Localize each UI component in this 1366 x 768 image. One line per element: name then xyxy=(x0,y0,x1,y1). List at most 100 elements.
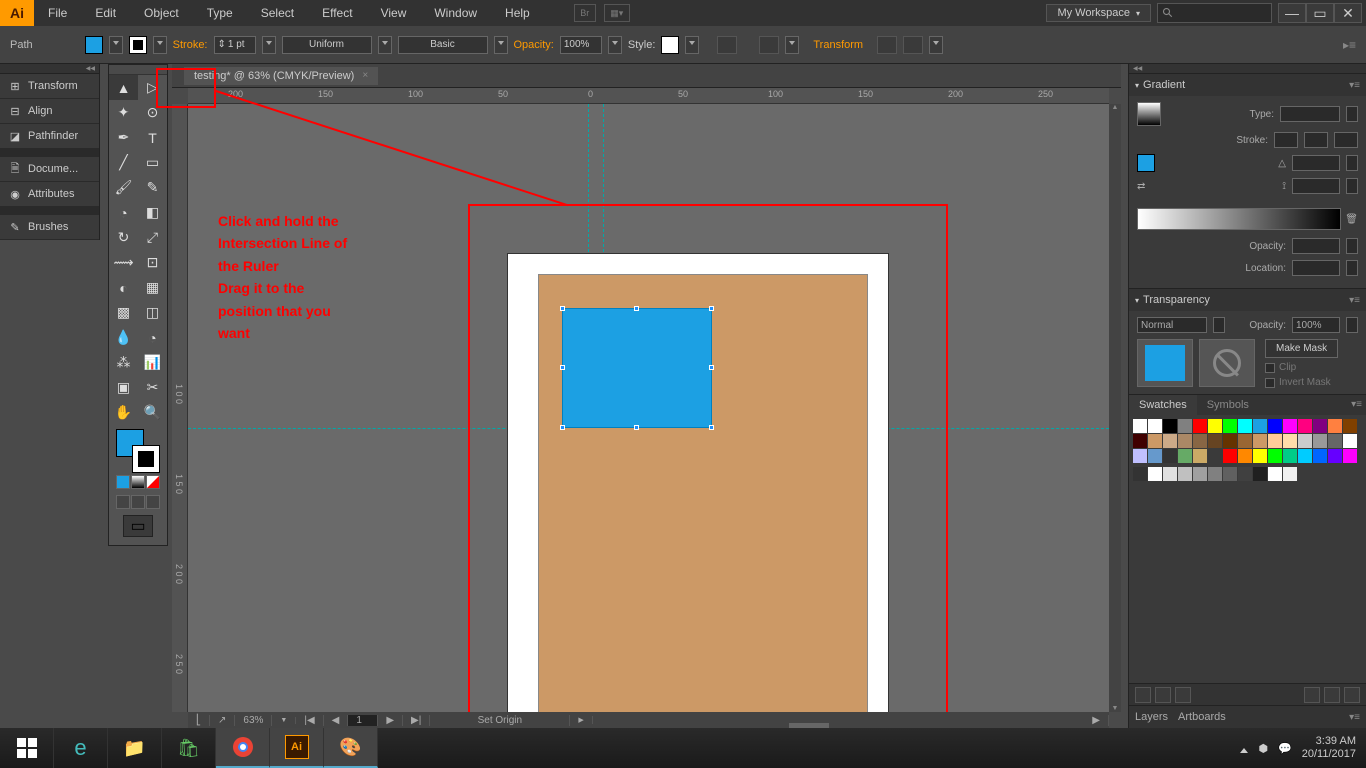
search-input[interactable] xyxy=(1157,3,1272,23)
swatch[interactable] xyxy=(1253,419,1267,433)
swatch[interactable] xyxy=(1283,449,1297,463)
menu-select[interactable]: Select xyxy=(247,0,308,26)
control-menu-icon[interactable]: ▸≡ xyxy=(1343,38,1356,52)
clip-checkbox[interactable] xyxy=(1265,363,1275,373)
swatch[interactable] xyxy=(1283,467,1297,481)
gradient-aspect-input[interactable] xyxy=(1292,178,1340,194)
gradient-aspect-dropdown[interactable] xyxy=(1346,178,1358,194)
stroke-profile-dropdown[interactable] xyxy=(378,36,392,54)
zoom-dropdown[interactable]: ▼ xyxy=(272,717,296,724)
window-restore-button[interactable]: ▭ xyxy=(1306,3,1334,23)
make-mask-button[interactable]: Make Mask xyxy=(1265,339,1338,358)
swatches-tab[interactable]: Swatches xyxy=(1129,395,1197,415)
menu-edit[interactable]: Edit xyxy=(81,0,130,26)
transform-link[interactable]: Transform xyxy=(805,39,871,51)
transparency-opacity-dropdown[interactable] xyxy=(1346,317,1358,333)
swatch[interactable] xyxy=(1283,419,1297,433)
swatch[interactable] xyxy=(1328,419,1342,433)
swatch[interactable] xyxy=(1133,434,1147,448)
pen-tool-icon[interactable]: ✒ xyxy=(109,125,138,150)
swatch[interactable] xyxy=(1133,449,1147,463)
stroke-swatch[interactable] xyxy=(129,36,147,54)
nav-export-icon[interactable]: ↗ xyxy=(210,715,235,726)
ruler-horizontal[interactable]: 20015010050050100150200250 xyxy=(188,88,1109,104)
tray-action-center-icon[interactable]: 💬 xyxy=(1278,742,1292,755)
dock-document-info[interactable]: 🗎Docume... xyxy=(0,157,99,182)
taskbar-store-icon[interactable]: 🛍 xyxy=(162,728,216,768)
workspace-selector[interactable]: My Workspace▾ xyxy=(1046,4,1151,22)
swatch[interactable] xyxy=(1268,434,1282,448)
swatch[interactable] xyxy=(1208,449,1222,463)
eyedropper-tool-icon[interactable]: 💧 xyxy=(109,325,138,350)
gradient-panel-header[interactable]: ▾Gradient▾≡ xyxy=(1129,74,1366,96)
swatch[interactable] xyxy=(1208,434,1222,448)
swatch[interactable] xyxy=(1238,434,1252,448)
nav-first-icon[interactable]: ⎣ xyxy=(188,715,210,726)
recolor-icon[interactable] xyxy=(717,36,737,54)
swatch[interactable] xyxy=(1193,434,1207,448)
selection-handle[interactable] xyxy=(560,365,565,370)
magic-wand-tool-icon[interactable]: ✦ xyxy=(109,100,138,125)
gradient-type-select[interactable] xyxy=(1280,106,1340,122)
panel-menu-icon[interactable]: ▾≡ xyxy=(1349,80,1360,91)
paintbrush-tool-icon[interactable]: 🖌 xyxy=(109,175,138,200)
graphic-style-swatch[interactable] xyxy=(661,36,679,54)
mask-object-preview[interactable] xyxy=(1137,339,1193,387)
taskbar-ie-icon[interactable]: e xyxy=(54,728,108,768)
gradient-fill-swatch[interactable] xyxy=(1137,154,1155,172)
window-minimize-button[interactable]: — xyxy=(1278,3,1306,23)
swatch[interactable] xyxy=(1178,467,1192,481)
new-color-group-icon[interactable] xyxy=(1304,687,1320,703)
panel-menu-icon[interactable]: ▾≡ xyxy=(1347,395,1366,415)
gradient-tool-icon[interactable]: ◫ xyxy=(138,300,167,325)
swatch[interactable] xyxy=(1268,419,1282,433)
clock[interactable]: 3:39 AM20/11/2017 xyxy=(1302,735,1356,761)
dock-collapse-button[interactable] xyxy=(0,64,99,74)
artboard-next-icon[interactable]: ▶ xyxy=(378,715,403,726)
swatch[interactable] xyxy=(1163,467,1177,481)
zoom-tool-icon[interactable]: 🔍 xyxy=(138,400,167,425)
pencil-tool-icon[interactable]: ✎ xyxy=(138,175,167,200)
zoom-level[interactable]: 63% xyxy=(235,715,272,726)
symbols-tab[interactable]: Symbols xyxy=(1197,395,1259,415)
taskbar-paint-icon[interactable]: 🎨 xyxy=(324,728,378,768)
dock-brushes[interactable]: ✎Brushes xyxy=(0,215,99,240)
menu-object[interactable]: Object xyxy=(130,0,193,26)
reverse-icon[interactable]: ⇄ xyxy=(1137,181,1145,192)
status-dropdown[interactable]: ▶ xyxy=(570,716,592,724)
taskbar-explorer-icon[interactable]: 📁 xyxy=(108,728,162,768)
scroll-right-icon[interactable]: ▶ xyxy=(1084,715,1109,726)
opacity-label[interactable]: Opacity: xyxy=(514,39,554,51)
gradient-slider[interactable] xyxy=(1137,208,1341,230)
color-mode-gradient-icon[interactable] xyxy=(131,475,145,489)
swatch[interactable] xyxy=(1148,434,1162,448)
swatch[interactable] xyxy=(1298,419,1312,433)
window-close-button[interactable]: ✕ xyxy=(1334,3,1362,23)
new-swatch-icon[interactable] xyxy=(1324,687,1340,703)
swatch[interactable] xyxy=(1163,419,1177,433)
eraser-tool-icon[interactable]: ◧ xyxy=(138,200,167,225)
swatch[interactable] xyxy=(1193,419,1207,433)
gradient-stop-opacity-input[interactable] xyxy=(1292,238,1340,254)
swatch[interactable] xyxy=(1193,449,1207,463)
transparency-opacity-input[interactable]: 100% xyxy=(1292,317,1340,333)
layers-tab[interactable]: Layers xyxy=(1135,711,1168,723)
blend-tool-icon[interactable]: ◔ xyxy=(138,325,167,350)
swatch[interactable] xyxy=(1268,449,1282,463)
ruler-vertical[interactable]: 1 0 01 5 02 0 02 5 0 xyxy=(172,104,188,712)
swatch[interactable] xyxy=(1223,434,1237,448)
menu-view[interactable]: View xyxy=(367,0,421,26)
type-tool-icon[interactable]: T xyxy=(138,125,167,150)
dock-pathfinder[interactable]: ◪Pathfinder xyxy=(0,124,99,149)
swatch[interactable] xyxy=(1178,449,1192,463)
dock-attributes[interactable]: ◉Attributes xyxy=(0,182,99,207)
tab-close-icon[interactable]: × xyxy=(362,70,368,81)
artboard-last-icon[interactable]: ▶| xyxy=(403,715,430,726)
swatch-libraries-icon[interactable] xyxy=(1135,687,1151,703)
gradient-preview[interactable] xyxy=(1137,102,1161,126)
bridge-icon[interactable]: Br xyxy=(574,4,596,22)
swatch[interactable] xyxy=(1238,419,1252,433)
artboard-number[interactable]: 1 xyxy=(348,715,378,726)
selection-handle[interactable] xyxy=(634,425,639,430)
dock-transform[interactable]: ⊞Transform xyxy=(0,74,99,99)
